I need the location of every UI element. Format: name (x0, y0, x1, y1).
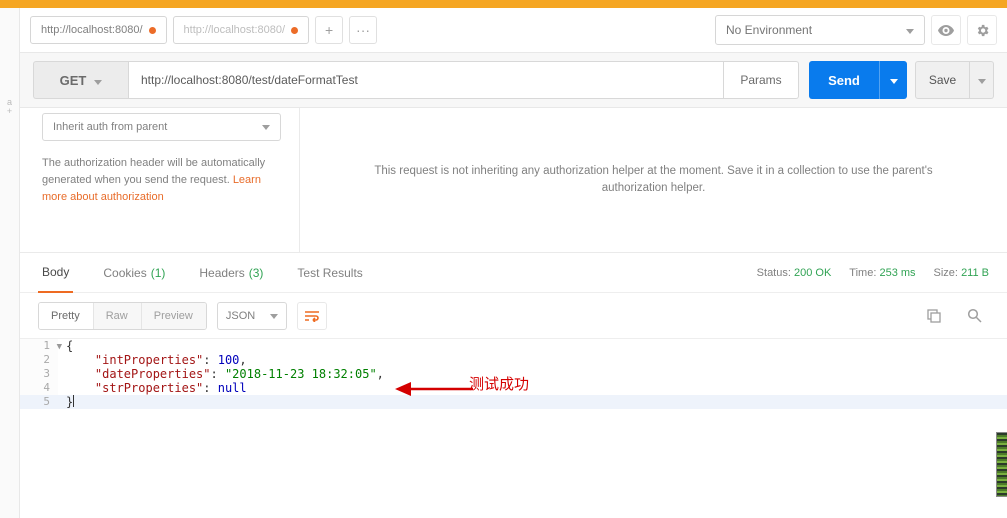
tab-cookies[interactable]: Cookies (1) (99, 253, 169, 293)
right-edge-decoration (996, 432, 1007, 497)
request-tab-inactive[interactable]: http://localhost:8080/ (173, 16, 310, 44)
settings-button[interactable] (967, 15, 997, 45)
line-number: 3 (20, 367, 58, 381)
headers-count: (3) (249, 266, 264, 280)
time-value: 253 ms (879, 267, 915, 279)
copy-icon (927, 309, 941, 323)
environment-quicklook-button[interactable] (931, 15, 961, 45)
response-stats: Status: 200 OK Time: 253 ms Size: 211 B (757, 267, 989, 279)
tab-headers[interactable]: Headers (3) (195, 253, 267, 293)
auth-type-label: Inherit auth from parent (53, 121, 167, 133)
size-label: Size: (934, 267, 958, 279)
line-number: 1▼ (20, 339, 58, 353)
copy-response-button[interactable] (919, 301, 949, 331)
chevron-down-icon (890, 73, 898, 87)
new-tab-button[interactable]: + (315, 16, 343, 44)
view-raw[interactable]: Raw (93, 303, 141, 329)
code-line-3: "dateProperties": "2018-11-23 18:32:05", (58, 367, 1007, 381)
save-button[interactable]: Save (915, 61, 970, 99)
params-button[interactable]: Params (724, 61, 799, 99)
tab-label: http://localhost:8080/ (41, 24, 143, 36)
authorization-panel: Inherit auth from parent The authorizati… (20, 108, 1007, 253)
status-label: Status: (757, 267, 791, 279)
body-type-selector[interactable]: JSON (217, 302, 287, 330)
send-button[interactable]: Send (809, 61, 879, 99)
sidebar-handle: a+ (0, 8, 19, 116)
wrap-icon (304, 310, 320, 322)
fold-toggle-icon[interactable]: ▼ (57, 340, 62, 354)
line-number: 2 (20, 353, 58, 367)
status-value: 200 OK (794, 267, 831, 279)
unsaved-dot-icon (149, 27, 156, 34)
chevron-down-icon (262, 121, 270, 133)
chevron-down-icon (270, 310, 278, 322)
chevron-down-icon (94, 73, 102, 88)
chevron-down-icon (978, 73, 986, 87)
response-tabs: Body Cookies (1) Headers (3) Test Result… (20, 253, 1007, 293)
tab-test-results[interactable]: Test Results (293, 253, 366, 293)
unsaved-dot-icon (291, 27, 298, 34)
response-format-bar: Pretty Raw Preview JSON (20, 293, 1007, 338)
left-sidebar-collapsed[interactable]: a+ (0, 8, 20, 518)
code-line-1: { (58, 339, 1007, 353)
auth-description: The authorization header will be automat… (42, 155, 281, 206)
search-icon (967, 308, 982, 323)
http-method-selector[interactable]: GET (33, 61, 128, 99)
gear-icon (975, 23, 990, 38)
tabs-header: http://localhost:8080/ http://localhost:… (20, 8, 1007, 53)
tab-cookies-label: Cookies (103, 266, 146, 280)
search-response-button[interactable] (959, 301, 989, 331)
auth-type-selector[interactable]: Inherit auth from parent (42, 113, 281, 141)
app-topbar (0, 0, 1007, 8)
chevron-down-icon (906, 23, 914, 37)
time-label: Time: (849, 267, 876, 279)
line-number: 5 (20, 395, 58, 409)
cookies-count: (1) (151, 266, 166, 280)
view-pretty[interactable]: Pretty (39, 303, 93, 329)
line-number: 4 (20, 381, 58, 395)
body-type-label: JSON (226, 310, 255, 322)
code-line-4: "strProperties": null (58, 381, 1007, 395)
code-line-5: } (58, 395, 1007, 409)
send-dropdown-button[interactable] (879, 61, 907, 99)
environment-selector[interactable]: No Environment (715, 15, 925, 45)
code-line-2: "intProperties": 100, (58, 353, 1007, 367)
tab-options-button[interactable]: ··· (349, 16, 377, 44)
eye-icon (938, 25, 954, 36)
method-label: GET (60, 73, 87, 88)
view-mode-tabs: Pretty Raw Preview (38, 302, 207, 330)
save-dropdown-button[interactable] (970, 61, 994, 99)
response-body[interactable]: 1▼ { 2 "intProperties": 100, 3 "dateProp… (20, 338, 1007, 409)
environment-label: No Environment (726, 23, 812, 37)
tab-headers-label: Headers (199, 266, 244, 280)
tab-body[interactable]: Body (38, 253, 73, 293)
url-input[interactable] (128, 61, 724, 99)
request-bar: GET Params Send Save (20, 53, 1007, 108)
text-cursor (73, 395, 74, 407)
request-tab-active[interactable]: http://localhost:8080/ (30, 16, 167, 44)
tab-label: http://localhost:8080/ (184, 24, 286, 36)
auth-desc-text: The authorization header will be automat… (42, 157, 265, 186)
auth-inherit-message: This request is not inheriting any autho… (344, 163, 964, 198)
wrap-lines-button[interactable] (297, 302, 327, 330)
view-preview[interactable]: Preview (141, 303, 206, 329)
size-value: 211 B (961, 267, 989, 279)
